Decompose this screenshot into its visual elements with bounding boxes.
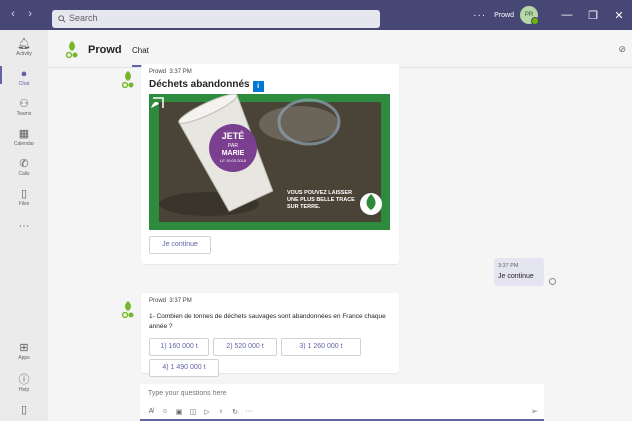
- more-icon: ···: [18, 220, 30, 232]
- read-receipt-icon: [549, 278, 556, 285]
- tab-chat[interactable]: Chat: [132, 46, 149, 55]
- format-icon[interactable]: A̸: [144, 408, 158, 416]
- message-card: Prowd 3:37 PM Déchets abandonnés i JETÉ P…: [141, 64, 399, 264]
- chat-header: Prowd Chat ⊘: [48, 30, 632, 68]
- minimize-button[interactable]: —: [554, 9, 580, 21]
- rail-label: Help: [18, 387, 30, 393]
- rail-label: Activity: [16, 51, 32, 57]
- question-card: Prowd 3:37 PM 1- Combien de tonnes de dé…: [141, 293, 399, 377]
- message-time: 3:37 PM: [169, 298, 192, 304]
- more-options-icon[interactable]: ···: [242, 408, 256, 416]
- bell-icon: 🔔︎: [17, 38, 31, 50]
- chat-title: Prowd: [88, 44, 122, 56]
- title-bar: ‹ › Search ··· Prowd PR — ❐ ✕: [0, 0, 632, 30]
- compose-toolbar: A̸ ☺ ▣ ◫ ▷ ♁ ↻ ···: [144, 408, 256, 416]
- bot-avatar-icon: [121, 71, 134, 88]
- message-input[interactable]: [148, 390, 448, 397]
- back-button[interactable]: ‹: [6, 8, 20, 20]
- cup-text-1: JETÉ: [222, 131, 245, 141]
- nav-arrows: ‹ ›: [6, 8, 37, 20]
- question-text: 1- Combien de tonnes de déchets sauvages…: [149, 313, 386, 330]
- rail-item-calls[interactable]: ✆ Calls: [0, 158, 48, 177]
- sent-message: 3:37 PM Je continue: [494, 258, 544, 286]
- meet-icon[interactable]: ▷: [200, 408, 214, 416]
- rail-label: Files: [18, 201, 30, 207]
- praise-icon[interactable]: ♁: [214, 408, 228, 416]
- slogan-line-2: UNE PLUS BELLE TRACE: [287, 197, 355, 203]
- emoji-icon[interactable]: ☺: [158, 408, 172, 416]
- popout-icon[interactable]: ⊘: [618, 44, 626, 55]
- rail-item-apps[interactable]: ⊞ Apps: [0, 342, 48, 361]
- forward-button[interactable]: ›: [23, 8, 37, 20]
- app-rail: 🔔︎ Activity ● Chat ⚇ Teams ▦ Calendar ✆ …: [0, 30, 48, 421]
- cup-text-2: PAR: [228, 143, 238, 149]
- gif-icon[interactable]: ▣: [172, 408, 186, 416]
- rail-item-calendar[interactable]: ▦ Calendar: [0, 128, 48, 147]
- rail-item-files[interactable]: ▯ Files: [0, 188, 48, 207]
- answer-option-1[interactable]: 1) 160 000 t: [149, 338, 209, 356]
- search-box[interactable]: Search: [52, 10, 380, 28]
- rail-label: Apps: [18, 355, 30, 361]
- message-meta: Prowd 3:37 PM: [149, 298, 192, 304]
- phone-icon: ✆: [19, 158, 29, 170]
- calendar-icon: ▦: [18, 128, 30, 140]
- rail-item-chat[interactable]: ● Chat: [0, 66, 48, 87]
- rail-item-teams[interactable]: ⚇ Teams: [0, 98, 48, 117]
- close-button[interactable]: ✕: [606, 9, 632, 22]
- file-icon: ▯: [20, 188, 28, 200]
- search-icon: [58, 15, 66, 23]
- bot-avatar-icon: [121, 301, 134, 318]
- slogan-line-1: VOUS POUVEZ LAISSER: [287, 190, 352, 196]
- cup-text-3: MARIE: [222, 150, 245, 157]
- apps-icon: ⊞: [19, 342, 29, 354]
- message-text: Je continue: [498, 273, 534, 280]
- user-name: Prowd: [494, 11, 514, 19]
- card-title: Déchets abandonnés i: [149, 79, 264, 92]
- chat-icon: ●: [20, 68, 28, 80]
- bot-avatar-icon: [65, 41, 78, 58]
- info-badge-icon: i: [252, 81, 264, 92]
- search-placeholder: Search: [69, 13, 98, 23]
- compose-box: A̸ ☺ ▣ ◫ ▷ ♁ ↻ ··· ➢: [140, 384, 544, 421]
- help-icon: ⓘ: [18, 374, 30, 386]
- cup-text-4: LE 19.03.2018: [220, 158, 247, 163]
- maximize-button[interactable]: ❐: [580, 9, 606, 22]
- answer-option-3[interactable]: 3) 1 260 000 t: [281, 338, 361, 356]
- slogan-line-3: SUR TERRE.: [287, 204, 321, 210]
- rail-label: Calendar: [13, 141, 35, 147]
- message-time: 3:37 PM: [498, 263, 519, 269]
- more-options-button[interactable]: ···: [473, 10, 486, 21]
- card-title-text: Déchets abandonnés: [149, 79, 250, 90]
- sender-name: Prowd: [149, 69, 167, 75]
- rail-item-activity[interactable]: 🔔︎ Activity: [0, 38, 48, 57]
- rail-item-device[interactable]: ▯: [0, 404, 48, 417]
- sticker-icon[interactable]: ◫: [186, 408, 200, 416]
- rail-item-help[interactable]: ⓘ Help: [0, 374, 48, 393]
- sender-name: Prowd: [149, 298, 167, 304]
- hero-illustration: JETÉ PAR MARIE LE 19.03.2018 VOUS POUVEZ…: [149, 94, 390, 230]
- rail-label: Teams: [16, 111, 32, 117]
- rail-item-more[interactable]: ···: [0, 220, 48, 233]
- send-icon[interactable]: ➢: [530, 406, 538, 417]
- hero-image: JETÉ PAR MARIE LE 19.03.2018 VOUS POUVEZ…: [149, 94, 390, 230]
- avatar[interactable]: PR: [520, 6, 539, 25]
- answer-option-2[interactable]: 2) 520 000 t: [213, 338, 277, 356]
- answer-option-4[interactable]: 4) 1 490 000 t: [149, 359, 219, 377]
- message-time: 3:37 PM: [169, 69, 192, 75]
- teams-icon: ⚇: [19, 98, 29, 110]
- device-icon: ▯: [20, 404, 28, 416]
- je-continue-button[interactable]: Je continue: [149, 236, 211, 254]
- rail-label: Chat: [18, 81, 30, 87]
- message-meta: Prowd 3:37 PM: [149, 69, 192, 75]
- loop-icon[interactable]: ↻: [228, 408, 242, 416]
- rail-label: Calls: [18, 171, 30, 177]
